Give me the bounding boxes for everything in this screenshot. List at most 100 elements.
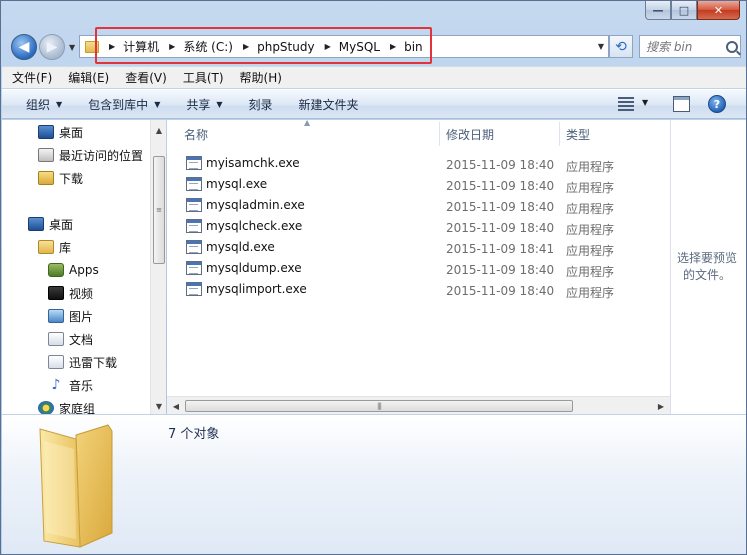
nav-item-music[interactable]: ♪ 音乐: [48, 375, 93, 395]
nav-item-label: 桌面: [59, 125, 84, 140]
file-date: 2015-11-09 18:40: [446, 221, 555, 235]
breadcrumb-label: phpStudy: [257, 39, 315, 54]
nav-item-recent-places[interactable]: 最近访问的位置: [38, 145, 143, 165]
include-in-library-button[interactable]: 包含到库中 ▼: [88, 96, 160, 113]
file-date: 2015-11-09 18:40: [446, 200, 555, 214]
scroll-right-arrow-icon[interactable]: ▶: [653, 398, 669, 414]
application-icon: [186, 198, 202, 212]
navigation-pane-scrollbar[interactable]: ▲ ≡ ▼: [150, 120, 166, 414]
video-icon: [48, 286, 64, 300]
libraries-icon: [38, 240, 54, 254]
nav-item-label: 视频: [69, 286, 94, 301]
navigation-bar: ◀ ▶ ▼ ▶ 计算机 ▶ 系统 (C:) ▶ phpStudy ▶ MySQL…: [9, 31, 742, 61]
nav-item-label: 最近访问的位置: [59, 148, 144, 163]
file-row[interactable]: mysqladmin.exe 2015-11-09 18:40 应用程序: [167, 196, 670, 217]
file-date: 2015-11-09 18:40: [446, 284, 555, 298]
share-button[interactable]: 共享 ▼: [186, 96, 222, 113]
menu-file[interactable]: 文件(F): [12, 69, 52, 86]
nav-item-label: 音乐: [69, 378, 94, 393]
scroll-up-arrow-icon[interactable]: ▲: [151, 122, 167, 138]
file-date: 2015-11-09 18:40: [446, 158, 555, 172]
chevron-down-icon: ▼: [216, 99, 223, 109]
column-header-name[interactable]: 名称: [167, 120, 439, 148]
file-row[interactable]: myisamchk.exe 2015-11-09 18:40 应用程序: [167, 154, 670, 175]
search-input[interactable]: [646, 39, 724, 54]
change-view-icon[interactable]: [618, 97, 634, 111]
file-row[interactable]: mysqlimport.exe 2015-11-09 18:40 应用程序: [167, 280, 670, 301]
nav-item-desktop-favorite[interactable]: 桌面: [38, 122, 83, 142]
search-box[interactable]: [639, 35, 741, 58]
nav-item-apps[interactable]: Apps: [48, 260, 99, 280]
file-list-horizontal-scrollbar[interactable]: ◀ ||| ▶: [167, 396, 670, 414]
details-pane: 7 个对象: [2, 414, 746, 554]
breadcrumb-mysql[interactable]: MySQL ▶: [339, 36, 404, 57]
application-icon: [186, 156, 202, 170]
preview-pane-toggle-icon[interactable]: [673, 96, 690, 112]
nav-item-label: 库: [59, 240, 72, 255]
nav-item-xunlei-downloads[interactable]: 迅雷下载: [48, 352, 117, 372]
scroll-left-arrow-icon[interactable]: ◀: [168, 398, 184, 414]
column-header-date[interactable]: 修改日期: [429, 120, 559, 148]
breadcrumb-root[interactable]: ▶: [99, 36, 123, 57]
scrollbar-thumb[interactable]: ≡: [153, 156, 165, 264]
desktop-icon: [38, 125, 54, 139]
close-button[interactable]: ✕: [697, 1, 740, 20]
folder-icon: [39, 424, 113, 548]
file-name: mysql.exe: [206, 177, 268, 191]
file-date: 2015-11-09 18:41: [446, 242, 555, 256]
burn-button[interactable]: 刻录: [249, 96, 273, 113]
organize-button[interactable]: 组织 ▼: [26, 96, 62, 113]
view-options-dropdown[interactable]: ▼: [642, 98, 648, 107]
breadcrumb-bin[interactable]: bin: [404, 36, 423, 57]
nav-item-downloads[interactable]: 下载: [38, 168, 83, 188]
search-icon[interactable]: [726, 40, 738, 53]
file-row[interactable]: mysqldump.exe 2015-11-09 18:40 应用程序: [167, 259, 670, 280]
file-name: mysqladmin.exe: [206, 198, 305, 212]
nav-item-desktop[interactable]: 桌面: [28, 214, 73, 234]
recent-pages-dropdown[interactable]: ▼: [69, 43, 75, 52]
address-bar[interactable]: ▶ 计算机 ▶ 系统 (C:) ▶ phpStudy ▶ MySQL ▶ bin…: [79, 35, 609, 58]
nav-item-libraries[interactable]: 库: [38, 237, 71, 257]
file-date: 2015-11-09 18:40: [446, 263, 555, 277]
apps-icon: [48, 263, 64, 277]
maximize-button[interactable]: □: [671, 1, 697, 20]
file-type: 应用程序: [566, 223, 615, 237]
chevron-right-icon[interactable]: ▶: [325, 42, 331, 51]
refresh-icon: ⟲: [615, 38, 627, 55]
command-bar: 组织 ▼ 包含到库中 ▼ 共享 ▼ 刻录 新建文件夹 ▼ ?: [2, 89, 746, 119]
help-icon[interactable]: ?: [708, 95, 726, 113]
column-header-type[interactable]: 类型: [549, 120, 670, 148]
menu-tools[interactable]: 工具(T): [183, 69, 224, 86]
breadcrumb-phpstudy[interactable]: phpStudy ▶: [257, 36, 339, 57]
breadcrumb-system-drive[interactable]: 系统 (C:) ▶: [183, 36, 257, 57]
menu-view[interactable]: 查看(V): [125, 69, 167, 86]
file-name: mysqld.exe: [206, 240, 275, 254]
file-row[interactable]: mysqlcheck.exe 2015-11-09 18:40 应用程序: [167, 217, 670, 238]
column-header-label: 类型: [566, 127, 591, 142]
scrollbar-thumb[interactable]: |||: [185, 400, 573, 412]
nav-item-documents[interactable]: 文档: [48, 329, 93, 349]
back-button[interactable]: ◀: [11, 34, 37, 60]
file-row[interactable]: mysqld.exe 2015-11-09 18:41 应用程序: [167, 238, 670, 259]
nav-item-homegroup[interactable]: 家庭组: [38, 398, 95, 414]
chevron-right-icon[interactable]: ▶: [390, 42, 396, 51]
chevron-down-icon: ▼: [56, 99, 63, 109]
minimize-button[interactable]: —: [645, 1, 671, 20]
scroll-down-arrow-icon[interactable]: ▼: [151, 398, 167, 414]
forward-button[interactable]: ▶: [39, 34, 65, 60]
address-history-dropdown[interactable]: ▼: [598, 42, 604, 51]
file-row[interactable]: mysql.exe 2015-11-09 18:40 应用程序: [167, 175, 670, 196]
file-name: myisamchk.exe: [206, 156, 300, 170]
nav-item-video[interactable]: 视频: [48, 283, 93, 303]
breadcrumb-computer[interactable]: 计算机 ▶: [123, 36, 183, 57]
refresh-button[interactable]: ⟲: [609, 35, 633, 58]
new-folder-button[interactable]: 新建文件夹: [299, 96, 359, 113]
menu-help[interactable]: 帮助(H): [240, 69, 282, 86]
organize-label: 组织: [26, 97, 51, 112]
menu-edit[interactable]: 编辑(E): [68, 69, 109, 86]
nav-item-pictures[interactable]: 图片: [48, 306, 93, 326]
column-header-label: 名称: [184, 127, 209, 142]
chevron-right-icon[interactable]: ▶: [109, 42, 115, 51]
chevron-right-icon[interactable]: ▶: [169, 42, 175, 51]
chevron-right-icon[interactable]: ▶: [243, 42, 249, 51]
